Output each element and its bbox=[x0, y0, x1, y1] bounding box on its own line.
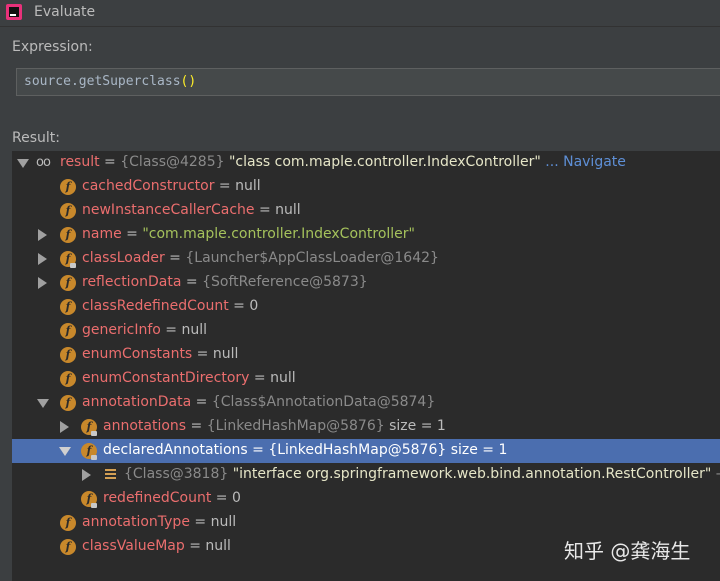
expand-arrow-icon[interactable] bbox=[82, 469, 91, 481]
field-value: "com.maple.controller.IndexController" bbox=[142, 226, 415, 242]
field-icon: f bbox=[60, 371, 76, 387]
field-icon: f bbox=[60, 203, 76, 219]
field-name: classLoader bbox=[82, 250, 165, 266]
title-bar: Evaluate bbox=[0, 0, 720, 27]
field-icon: f bbox=[60, 323, 76, 339]
field-size: size = 1 bbox=[384, 418, 446, 434]
field-name: result bbox=[60, 154, 100, 170]
lock-icon bbox=[70, 263, 76, 268]
lock-icon bbox=[91, 503, 97, 508]
expression-parens: () bbox=[180, 74, 197, 89]
intellij-app-icon bbox=[6, 4, 22, 20]
field-name: enumConstantDirectory bbox=[82, 370, 250, 386]
tree-row[interactable]: f name = "com.maple.controller.IndexCont… bbox=[12, 223, 720, 247]
watch-glasses-icon: oo bbox=[36, 155, 51, 170]
field-icon: f bbox=[60, 227, 76, 243]
field-type: {LinkedHashMap@5876} bbox=[206, 418, 385, 434]
field-value: "class com.maple.controller.IndexControl… bbox=[224, 154, 541, 170]
field-type: {Launcher$AppClassLoader@1642} bbox=[185, 250, 439, 266]
tree-row[interactable]: f genericInfo = null bbox=[12, 319, 720, 343]
tree-row[interactable]: f enumConstants = null bbox=[12, 343, 720, 367]
field-name: enumConstants bbox=[82, 346, 193, 362]
expand-arrow-icon[interactable] bbox=[38, 277, 47, 289]
field-name: name bbox=[82, 226, 122, 242]
field-name: newInstanceCallerCache bbox=[82, 202, 255, 218]
tree-row[interactable]: f reflectionData = {SoftReference@5873} bbox=[12, 271, 720, 295]
field-type: {Class@4285} bbox=[120, 154, 225, 170]
navigate-link[interactable]: ... Navigate bbox=[541, 154, 626, 170]
tree-row[interactable]: f annotationData = {Class$AnnotationData… bbox=[12, 391, 720, 415]
tree-row[interactable]: f annotationType = null bbox=[12, 511, 720, 535]
expand-arrow-icon[interactable] bbox=[38, 253, 47, 265]
expression-text: source.getSuperclass bbox=[24, 74, 181, 89]
tree-row[interactable]: f classRedefinedCount = 0 bbox=[12, 295, 720, 319]
tree-row[interactable]: f newInstanceCallerCache = null bbox=[12, 199, 720, 223]
field-type: {LinkedHashMap@5876} bbox=[268, 442, 447, 458]
collapse-arrow-icon[interactable] bbox=[17, 159, 29, 168]
result-label: Result: bbox=[12, 130, 60, 146]
field-icon: f bbox=[60, 299, 76, 315]
tree-row[interactable]: f annotations = {LinkedHashMap@5876} siz… bbox=[12, 415, 720, 439]
field-icon: f bbox=[60, 395, 76, 411]
field-name: annotationType bbox=[82, 514, 190, 530]
tree-row[interactable]: f enumConstantDirectory = null bbox=[12, 367, 720, 391]
tree-row[interactable]: f classLoader = {Launcher$AppClassLoader… bbox=[12, 247, 720, 271]
entry-icon bbox=[105, 469, 116, 481]
tree-row-selected[interactable]: f declaredAnnotations = {LinkedHashMap@5… bbox=[12, 439, 720, 463]
expand-arrow-icon[interactable] bbox=[38, 229, 47, 241]
collapse-arrow-icon[interactable] bbox=[37, 399, 49, 408]
expression-label: Expression: bbox=[12, 39, 93, 55]
field-name: classValueMap bbox=[82, 538, 185, 554]
field-name: cachedConstructor bbox=[82, 178, 215, 194]
collapse-arrow-icon[interactable] bbox=[59, 447, 71, 456]
field-icon: f bbox=[60, 179, 76, 195]
field-size: size = 1 bbox=[446, 442, 508, 458]
tree-row[interactable]: f redefinedCount = 0 bbox=[12, 487, 720, 511]
field-value: "interface org.springframework.web.bind.… bbox=[228, 466, 712, 482]
field-icon: f bbox=[60, 539, 76, 555]
field-name: classRedefinedCount bbox=[82, 298, 229, 314]
field-icon: f bbox=[60, 347, 76, 363]
expand-arrow-icon[interactable] bbox=[60, 421, 69, 433]
tree-row[interactable]: {Class@3818} "interface org.springframew… bbox=[12, 463, 720, 487]
tree-row[interactable]: f cachedConstructor = null bbox=[12, 175, 720, 199]
field-icon: f bbox=[60, 275, 76, 291]
result-tree[interactable]: oo result = {Class@4285} "class com.mapl… bbox=[12, 151, 720, 581]
field-name: declaredAnnotations bbox=[103, 442, 248, 458]
field-type: {Class@3818} bbox=[124, 466, 229, 482]
field-name: genericInfo bbox=[82, 322, 161, 338]
field-name: annotations bbox=[103, 418, 187, 434]
field-name: redefinedCount bbox=[103, 490, 212, 506]
tree-row-result[interactable]: oo result = {Class@4285} "class com.mapl… bbox=[12, 151, 720, 175]
field-name: annotationData bbox=[82, 394, 192, 410]
field-icon: f bbox=[60, 515, 76, 531]
lock-icon bbox=[91, 431, 97, 436]
lock-icon bbox=[91, 455, 97, 460]
watermark: 知乎 @龚海生 bbox=[564, 539, 691, 563]
expression-input[interactable]: source.getSuperclass() bbox=[16, 68, 720, 96]
field-type: {Class$AnnotationData@5874} bbox=[211, 394, 436, 410]
field-name: reflectionData bbox=[82, 274, 182, 290]
field-type: {SoftReference@5873} bbox=[202, 274, 368, 290]
window-title: Evaluate bbox=[34, 4, 96, 20]
